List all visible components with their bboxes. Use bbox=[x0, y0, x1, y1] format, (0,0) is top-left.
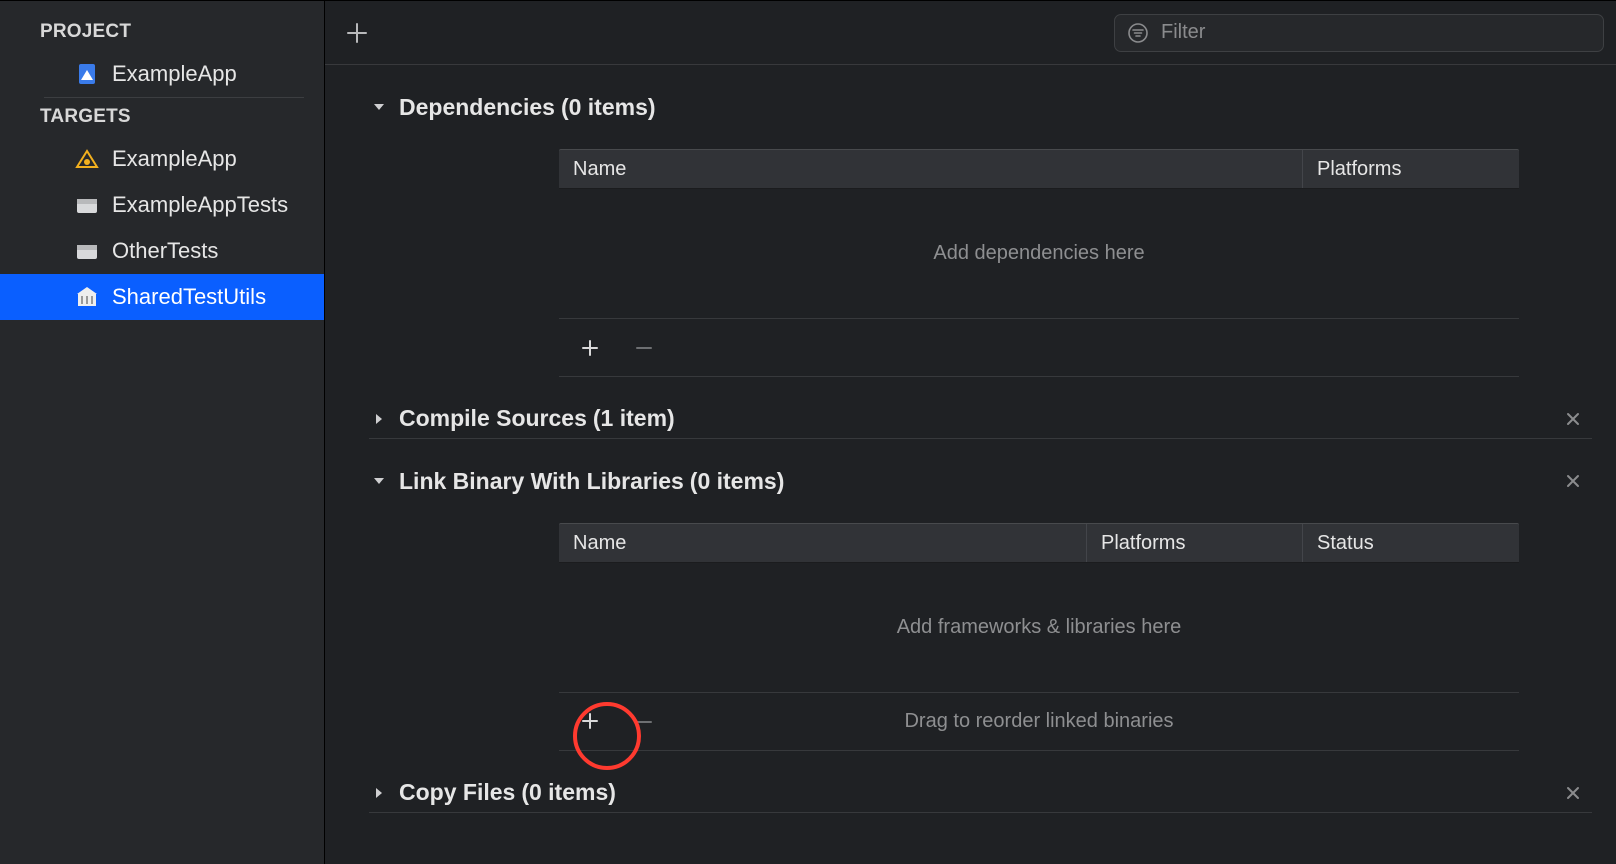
add-dependency-button[interactable] bbox=[577, 335, 603, 361]
disclosure-triangle-icon[interactable] bbox=[369, 471, 389, 491]
remove-phase-button[interactable] bbox=[1562, 408, 1584, 430]
phase-header-dependencies[interactable]: Dependencies (0 items) bbox=[369, 87, 1592, 127]
annotation-highlight bbox=[577, 708, 603, 735]
remove-phase-button[interactable] bbox=[1562, 782, 1584, 804]
targets-heading: TARGETS bbox=[0, 98, 324, 136]
build-phases-toolbar bbox=[325, 1, 1616, 65]
project-sidebar: PROJECT ExampleApp TARGETS ExampleApp bbox=[0, 1, 325, 864]
target-label: ExampleAppTests bbox=[112, 192, 288, 218]
col-platforms[interactable]: Platforms bbox=[1087, 524, 1303, 562]
phase-header-copy-files[interactable]: Copy Files (0 items) bbox=[369, 773, 1592, 813]
filter-input[interactable] bbox=[1161, 21, 1591, 44]
col-status[interactable]: Status bbox=[1303, 524, 1519, 562]
phase-count: (0 items) bbox=[690, 468, 785, 495]
phase-body-link-binary: Name Platforms Status Add frameworks & l… bbox=[369, 501, 1592, 751]
target-item-sharedtestutils[interactable]: SharedTestUtils bbox=[0, 274, 324, 320]
link-binary-table: Name Platforms Status Add frameworks & l… bbox=[559, 523, 1519, 751]
add-build-phase-button[interactable] bbox=[325, 1, 389, 65]
phase-count: (0 items) bbox=[521, 779, 616, 806]
main-panel: Dependencies (0 items) Name Platforms Ad… bbox=[325, 1, 1616, 864]
dependencies-empty-hint: Add dependencies here bbox=[559, 189, 1519, 319]
disclosure-triangle-icon[interactable] bbox=[369, 409, 389, 429]
phase-link-binary: Link Binary With Libraries (0 items) Nam… bbox=[369, 461, 1592, 751]
disclosure-triangle-icon[interactable] bbox=[369, 783, 389, 803]
dependencies-table: Name Platforms Add dependencies here bbox=[559, 149, 1519, 377]
tests-target-icon bbox=[74, 194, 100, 216]
app-root: PROJECT ExampleApp TARGETS ExampleApp bbox=[0, 0, 1616, 864]
link-binary-footer: Drag to reorder linked binaries bbox=[559, 693, 1519, 751]
tests-target-icon bbox=[74, 240, 100, 262]
add-linked-binary-button[interactable] bbox=[577, 708, 603, 734]
library-target-icon bbox=[74, 286, 100, 308]
link-binary-empty-hint: Add frameworks & libraries here bbox=[559, 563, 1519, 693]
table-header: Name Platforms Status bbox=[559, 523, 1519, 563]
phase-header-compile-sources[interactable]: Compile Sources (1 item) bbox=[369, 399, 1592, 439]
phase-title: Compile Sources bbox=[399, 405, 587, 432]
dependencies-footer bbox=[559, 319, 1519, 377]
app-target-icon bbox=[74, 148, 100, 170]
filter-field[interactable] bbox=[1114, 14, 1604, 52]
phase-title: Dependencies bbox=[399, 94, 555, 121]
phase-compile-sources: Compile Sources (1 item) bbox=[369, 399, 1592, 439]
phase-title: Link Binary With Libraries bbox=[399, 468, 684, 495]
target-item-exampleapptests[interactable]: ExampleAppTests bbox=[0, 182, 324, 228]
project-name: ExampleApp bbox=[112, 61, 237, 87]
phase-count: (1 item) bbox=[593, 405, 675, 432]
target-item-othertests[interactable]: OtherTests bbox=[0, 228, 324, 274]
target-label: OtherTests bbox=[112, 238, 218, 264]
filter-icon bbox=[1127, 22, 1149, 44]
col-name[interactable]: Name bbox=[559, 524, 1087, 562]
table-header: Name Platforms bbox=[559, 149, 1519, 189]
link-binary-footer-hint: Drag to reorder linked binaries bbox=[559, 710, 1519, 733]
target-label: SharedTestUtils bbox=[112, 284, 266, 310]
phase-dependencies: Dependencies (0 items) Name Platforms Ad… bbox=[369, 87, 1592, 377]
build-phases-content: Dependencies (0 items) Name Platforms Ad… bbox=[325, 65, 1616, 864]
remove-phase-button[interactable] bbox=[1562, 470, 1584, 492]
target-item-exampleapp[interactable]: ExampleApp bbox=[0, 136, 324, 182]
col-name[interactable]: Name bbox=[559, 150, 1303, 188]
phase-copy-files: Copy Files (0 items) bbox=[369, 773, 1592, 813]
phase-count: (0 items) bbox=[561, 94, 656, 121]
remove-linked-binary-button[interactable] bbox=[631, 709, 657, 735]
remove-dependency-button[interactable] bbox=[631, 335, 657, 361]
xcodeproj-icon bbox=[74, 63, 100, 85]
project-item[interactable]: ExampleApp bbox=[0, 51, 324, 97]
phase-header-link-binary[interactable]: Link Binary With Libraries (0 items) bbox=[369, 461, 1592, 501]
target-label: ExampleApp bbox=[112, 146, 237, 172]
disclosure-triangle-icon[interactable] bbox=[369, 97, 389, 117]
col-platforms[interactable]: Platforms bbox=[1303, 150, 1519, 188]
project-heading: PROJECT bbox=[0, 13, 324, 51]
phase-body-dependencies: Name Platforms Add dependencies here bbox=[369, 127, 1592, 377]
phase-title: Copy Files bbox=[399, 779, 515, 806]
